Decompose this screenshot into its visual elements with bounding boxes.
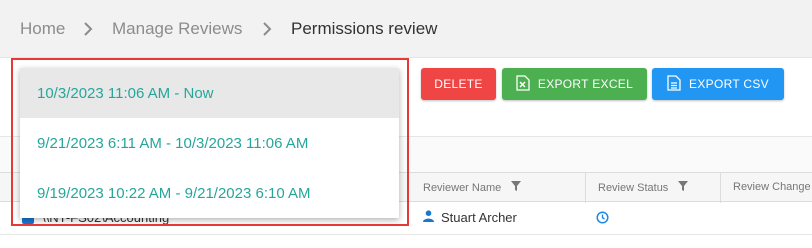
- breadcrumb-home-link[interactable]: Home: [20, 18, 65, 40]
- export-excel-button[interactable]: EXPORT EXCEL: [502, 68, 647, 100]
- breadcrumb-manage-reviews-link[interactable]: Manage Reviews: [112, 18, 242, 40]
- column-header-reviewer-name[interactable]: Reviewer Name: [423, 181, 522, 194]
- column-header-label: Review Change: [733, 181, 811, 193]
- date-range-option[interactable]: 9/21/2023 6:11 AM - 10/3/2023 11:06 AM: [20, 118, 399, 168]
- column-divider: [585, 173, 586, 203]
- chevron-right-icon: [262, 18, 272, 36]
- clock-icon: [596, 211, 609, 229]
- chevron-right-icon: [83, 18, 93, 36]
- date-range-option[interactable]: 9/19/2023 10:22 AM - 9/21/2023 6:10 AM: [20, 168, 399, 218]
- row-reviewer: Stuart Archer: [423, 210, 517, 225]
- breadcrumb: Home Manage Reviews Permissions review: [0, 0, 812, 58]
- export-csv-label: EXPORT CSV: [689, 77, 769, 91]
- excel-file-icon: [516, 74, 530, 94]
- export-csv-button[interactable]: EXPORT CSV: [652, 68, 784, 100]
- reviewer-name: Stuart Archer: [441, 210, 517, 225]
- column-header-label: Review Status: [598, 181, 669, 194]
- date-range-dropdown[interactable]: 10/3/2023 11:06 AM - Now 9/21/2023 6:11 …: [20, 68, 399, 218]
- delete-button[interactable]: DELETE: [421, 68, 496, 100]
- filter-icon[interactable]: [511, 181, 522, 194]
- delete-button-label: DELETE: [434, 77, 483, 91]
- page-title: Permissions review: [291, 19, 438, 38]
- filter-icon[interactable]: [678, 181, 689, 194]
- row-divider: [0, 234, 812, 235]
- column-divider: [408, 173, 409, 203]
- export-excel-label: EXPORT EXCEL: [537, 77, 634, 91]
- column-header-review-change[interactable]: Review Change: [733, 181, 811, 193]
- csv-file-icon: [667, 74, 681, 94]
- date-range-option[interactable]: 10/3/2023 11:06 AM - Now: [20, 68, 399, 118]
- column-divider: [720, 173, 721, 203]
- column-header-label: Reviewer Name: [423, 181, 502, 194]
- user-icon: [423, 210, 434, 225]
- column-header-review-status[interactable]: Review Status: [598, 181, 689, 194]
